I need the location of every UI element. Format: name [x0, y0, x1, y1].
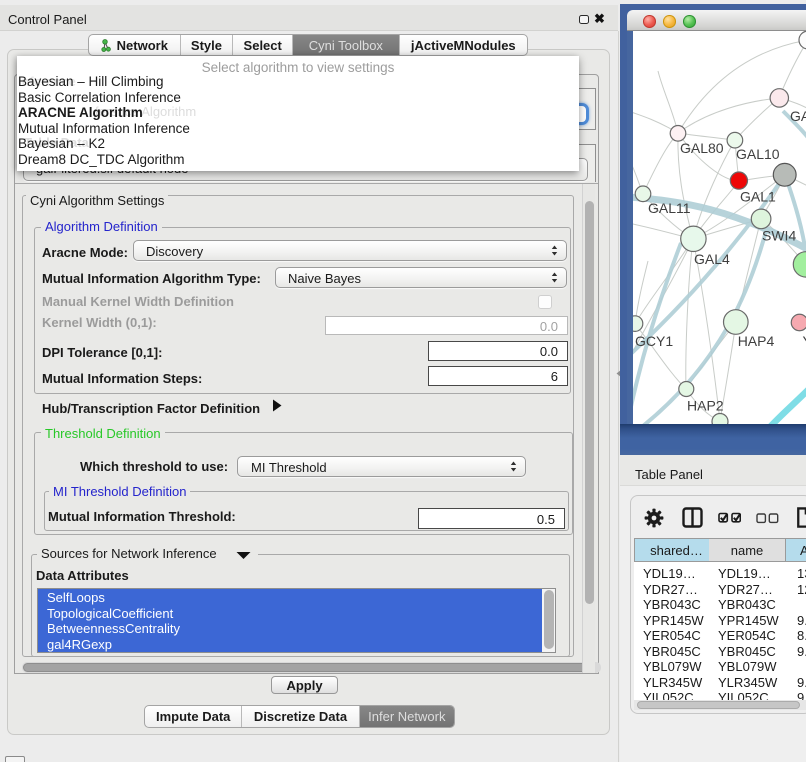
- svg-text:SWI4: SWI4: [762, 228, 796, 244]
- svg-text:GAL2: GAL2: [790, 108, 806, 124]
- svg-text:GCY1: GCY1: [635, 333, 673, 349]
- svg-text:GAL10: GAL10: [736, 146, 780, 162]
- svg-text:GAL1: GAL1: [740, 189, 776, 205]
- svg-text:GAL80: GAL80: [680, 140, 724, 156]
- svg-text:HAP2: HAP2: [687, 398, 724, 414]
- svg-text:GAL11: GAL11: [648, 200, 691, 216]
- svg-text:GAL4: GAL4: [694, 251, 730, 267]
- svg-text:HAP4: HAP4: [738, 333, 775, 349]
- svg-text:Y: Y: [803, 333, 806, 349]
